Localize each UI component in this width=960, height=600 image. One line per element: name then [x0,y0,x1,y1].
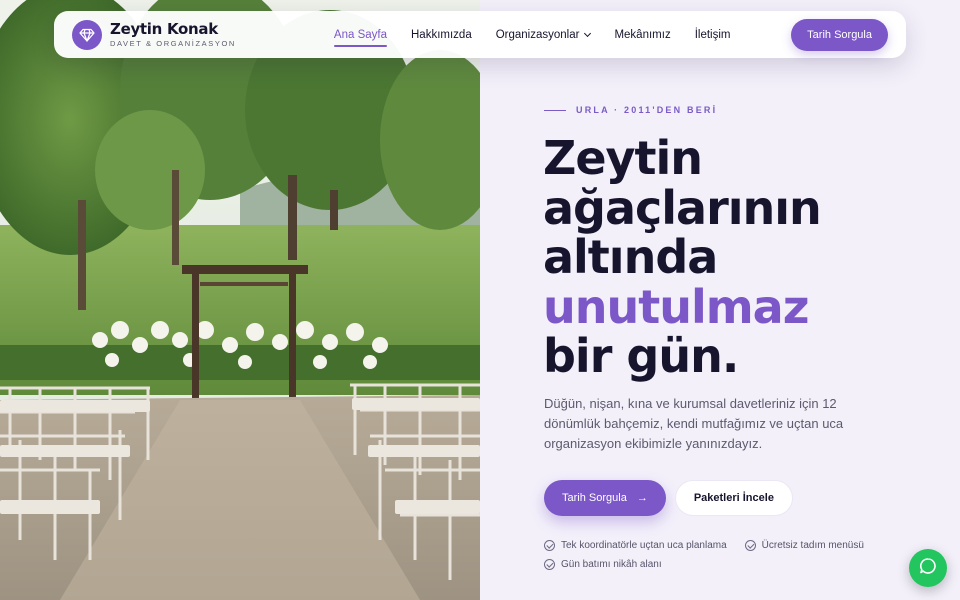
chevron-down-icon [584,29,592,37]
check-circle-icon [544,540,555,551]
date-inquiry-label: Tarih Sorgula [562,492,627,504]
headline-end: bir gün. [543,329,739,383]
brand-home-link[interactable]: Zeytin Konak DAVET & ORGANİZASYON [72,19,236,50]
nav-link-about[interactable]: Hakkımızda [411,29,472,41]
nav-link-contact[interactable]: İletişim [695,29,731,41]
nav-date-inquiry-button[interactable]: Tarih Sorgula [791,18,888,51]
feature-list: Tek koordinatörle uçtan uca planlama Ücr… [544,540,904,570]
hero-lead: Düğün, nişan, kına ve kurumsal davetleri… [544,396,844,451]
feature-item: Tek koordinatörle uçtan uca planlama [544,540,727,551]
arrow-right-icon: → [636,492,648,504]
hero-section: URLA · 2011'DEN BERİ Zeytin ağaçlarının … [480,0,960,600]
feature-item: Ücretsiz tadım menüsü [744,540,864,551]
feature-label: Tek koordinatörle uçtan uca planlama [561,540,727,551]
eyebrow-text: URLA · 2011'DEN BERİ [576,105,718,115]
chat-button[interactable] [909,549,947,587]
date-inquiry-button[interactable]: Tarih Sorgula → [544,480,666,516]
check-circle-icon [544,559,555,570]
hero-eyebrow: URLA · 2011'DEN BERİ [544,105,717,115]
headline-line: ağaçlarının [543,180,822,235]
eyebrow-divider [544,109,566,111]
feature-label: Ücretsiz tadım menüsü [761,540,864,551]
hero-cta-row: Tarih Sorgula → Paketleri İncele [544,480,793,516]
diamond-icon [72,19,102,50]
packages-button[interactable]: Paketleri İncele [674,480,793,516]
headline-line: altında [543,230,718,284]
hero-headline: Zeytin ağaçlarının altında unutulmaz bir… [543,131,822,383]
nav-link-venue[interactable]: Mekânımız [614,29,670,41]
feature-item: Gün batımı nikâh alanı [544,559,662,570]
brand-tagline: DAVET & ORGANİZASYON [110,39,236,48]
headline-line: Zeytin [543,131,703,185]
hero-photo [0,0,480,600]
feature-label: Gün batımı nikâh alanı [561,559,662,570]
check-circle-icon [744,540,756,551]
nav-link-label: Organizasyonlar [495,28,580,41]
chat-bubble-icon [919,557,937,580]
brand-name: Zeytin Konak [110,20,218,38]
nav-link-organizations[interactable]: Organizasyonlar [495,28,592,41]
top-navbar: Zeytin Konak DAVET & ORGANİZASYON Ana Sa… [54,11,906,58]
nav-links: Ana Sayfa Hakkımızda Organizasyonlar Mek… [333,28,731,47]
nav-link-home[interactable]: Ana Sayfa [333,29,388,47]
headline-accent: unutulmaz [543,279,809,334]
